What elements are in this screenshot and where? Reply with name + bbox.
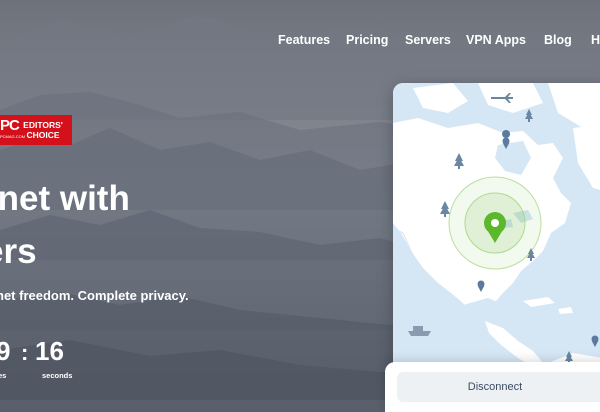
headline-line2: ers — [0, 232, 37, 271]
countdown-seconds: 16 — [35, 336, 64, 366]
nav-features[interactable]: Features — [278, 33, 330, 47]
editors-choice-line1: EDITORS' — [23, 120, 63, 130]
hero-subtitle: net freedom. Complete privacy. — [0, 288, 189, 303]
world-map[interactable] — [393, 83, 600, 383]
pcmag-logo: PC — [0, 117, 20, 134]
countdown-minutes-unit: es — [0, 371, 7, 380]
countdown-seconds-unit: seconds — [42, 371, 73, 380]
editors-choice-line2: CHOICE — [26, 130, 60, 140]
countdown-minutes: 9 — [0, 336, 11, 366]
editors-choice-badge: PC PCMAG.COM EDITORS' CHOICE — [0, 115, 72, 145]
nav-vpn-apps[interactable]: VPN Apps — [466, 33, 526, 47]
connection-panel: Disconnect — [385, 362, 600, 412]
editors-choice-text: EDITORS' CHOICE — [17, 120, 69, 140]
nav-help[interactable]: H — [591, 33, 600, 47]
nav-blog[interactable]: Blog — [544, 33, 572, 47]
app-mockup — [393, 83, 600, 383]
headline-line1: rnet with — [0, 179, 130, 218]
countdown-separator: : — [21, 340, 29, 365]
disconnect-button[interactable]: Disconnect — [397, 372, 600, 402]
nav-servers[interactable]: Servers — [405, 33, 451, 47]
nav-pricing[interactable]: Pricing — [346, 33, 388, 47]
